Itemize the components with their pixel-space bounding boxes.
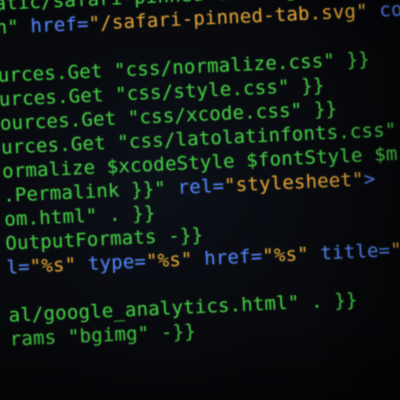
code-token: l= (6, 255, 31, 279)
code-token: " (389, 238, 400, 262)
code-token: "%s" (145, 247, 205, 273)
code-token: rel= (177, 174, 225, 199)
code-token: title= (319, 239, 391, 265)
code-token: n" (0, 15, 20, 39)
code-token: "%s" (29, 253, 89, 278)
code-token: col (378, 0, 400, 22)
code-listing: atic/safari-pinned-tab.svg") -}}n" href=… (0, 0, 400, 352)
code-token: type= (87, 250, 147, 276)
code-token: > (363, 167, 376, 191)
monitor-photo: atic/safari-pinned-tab.svg") -}}n" href=… (0, 0, 400, 400)
code-token: "%s" (261, 242, 321, 268)
code-token: href= (203, 245, 263, 270)
code-token: href= (30, 12, 90, 38)
